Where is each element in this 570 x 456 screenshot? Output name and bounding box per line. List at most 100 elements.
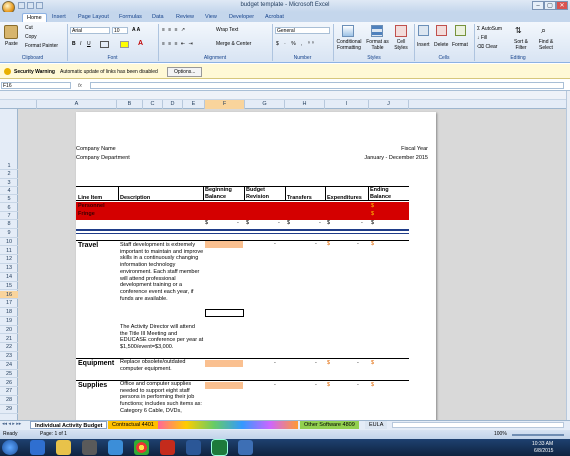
column-header-b[interactable]: B [117,100,143,109]
total-revision-dash[interactable]: - [278,220,280,226]
format-table-icon[interactable] [371,25,383,37]
fill-color-icon[interactable] [120,41,129,48]
sheet-tab-contractual-4401[interactable]: Contractual 4401 [108,421,158,429]
total-beginning-dash[interactable]: - [237,220,239,226]
wrap-text-button[interactable]: Wrap Text [216,27,238,33]
row-header[interactable]: 10 [0,238,18,247]
redo-icon[interactable] [36,2,43,9]
horizontal-scrollbar[interactable] [392,422,564,428]
row-header[interactable]: 8 [0,220,18,229]
row-header[interactable]: 3 [0,179,18,187]
supplies-beginning-input[interactable] [205,382,243,389]
fill-button[interactable]: ↓ Fill [477,35,487,41]
fiscal-year[interactable]: Fiscal Year [401,146,428,152]
row-header[interactable]: 20 [0,326,18,335]
travel-revision-dash[interactable]: - [274,241,276,247]
tab-acrobat[interactable]: Acrobat [261,13,288,22]
personnel-label[interactable]: Personnel [78,203,105,209]
supplies-expend-dash[interactable]: - [357,382,359,388]
travel-expend-dash[interactable]: - [357,241,359,247]
row-header[interactable]: 15 [0,282,18,291]
format-as-table-button[interactable]: Format as Table [365,39,390,51]
total-transfers-dollar[interactable]: $ [287,220,290,226]
sheet-tab-eula[interactable]: EULA [365,421,388,429]
name-box[interactable]: F16 [1,82,71,89]
zoom-level[interactable]: 100% [494,431,507,437]
column-header-a[interactable]: A [37,100,117,109]
row-header[interactable]: 23 [0,352,18,361]
total-expend-dollar[interactable]: $ [327,220,330,226]
align-left-icons[interactable]: ≡ ≡ ≡ ⇤ ⇥ [162,41,194,47]
supplies-label[interactable]: Supplies [78,382,107,389]
supplies-description[interactable]: Office and computer supplies needed to s… [120,381,204,415]
tab-view[interactable]: View [201,13,221,22]
chrome-taskbar-icon[interactable] [134,440,149,455]
row-header[interactable]: 5 [0,195,18,204]
row-header[interactable]: 9 [0,229,18,238]
row-header[interactable]: 28 [0,396,18,405]
equipment-expend-dollar[interactable]: $ [327,360,330,366]
row-header[interactable]: 29 [0,405,18,414]
row-header[interactable]: 26 [0,379,18,388]
sheet-tab-other-software-4809[interactable]: Other Software 4809 [300,421,359,429]
equipment-description[interactable]: Replace obsolete/outdated computer equip… [120,359,204,372]
grow-font-icon[interactable]: A A [132,27,140,33]
header-beginning-balance[interactable]: Beginning Balance [205,187,243,200]
row-header[interactable]: 25 [0,370,18,379]
total-ending-dollar[interactable]: $ [371,220,374,226]
equipment-transfers-dash[interactable]: - [315,360,317,366]
vertical-scrollbar[interactable] [566,91,570,420]
tab-home[interactable]: Home [22,13,47,22]
equipment-ending-dollar[interactable]: $ [371,360,374,366]
travel-beginning-input[interactable] [205,241,243,248]
column-header-e[interactable]: E [183,100,205,109]
start-button[interactable] [2,440,18,455]
equipment-label[interactable]: Equipment [78,360,114,367]
font-name-select[interactable]: Arial [70,27,110,34]
number-format-select[interactable]: General [275,27,330,34]
merge-center-button[interactable]: Merge & Center [216,41,251,47]
currency-percent-icons[interactable]: $ · % , ⁰⁰ [276,41,316,47]
sort-filter-button[interactable]: Sort & Filter [509,39,533,51]
ie-taskbar-icon[interactable] [30,440,45,455]
travel-description-2[interactable]: The Activity Director will attend the Ti… [120,324,204,351]
excel-taskbar-icon[interactable] [212,440,227,455]
app-taskbar-icon[interactable] [108,440,123,455]
row-header[interactable]: 17 [0,299,18,309]
row-header[interactable]: 18 [0,308,18,317]
sheet-tab-individual-activity-budget[interactable]: Individual Activity Budget [30,421,108,429]
font-color-icon[interactable]: A [138,40,143,47]
selected-cell-f16[interactable] [205,309,244,317]
row-header[interactable]: 21 [0,335,18,344]
sheet-tabs-collapsed[interactable] [158,421,298,429]
align-top-icons[interactable]: ≡ ≡ ≡ ↗ [162,27,186,33]
sheet-nav-icons[interactable]: ◂◂ ◂ ▸ ▸▸ [2,421,21,427]
row-header[interactable]: 11 [0,247,18,256]
column-header-i[interactable]: I [325,100,369,109]
format-cells-icon[interactable] [455,25,466,36]
maximize-button[interactable]: ▢ [544,1,556,10]
column-header-h[interactable]: H [285,100,325,109]
italic-icon[interactable]: I [80,41,81,47]
row-header[interactable]: 22 [0,343,18,353]
autosum-button[interactable]: Σ AutoSum [477,26,502,32]
header-budget-revision[interactable]: Budget Revision [246,187,284,200]
equipment-expend-dash[interactable]: - [357,360,359,366]
cell-styles-icon[interactable] [395,25,407,37]
word-taskbar-icon[interactable] [186,440,201,455]
media-taskbar-icon[interactable] [82,440,97,455]
delete-cells-icon[interactable] [436,25,447,36]
period[interactable]: January - December 2015 [364,155,428,161]
paste-button[interactable]: Paste [5,41,18,47]
row-header[interactable]: 4 [0,187,18,196]
row-header[interactable]: 7 [0,212,18,221]
format-painter-button[interactable]: Format Painter [25,43,58,49]
underline-icon[interactable]: U [87,41,91,47]
tab-review[interactable]: Review [172,13,198,22]
save-icon[interactable] [18,2,25,9]
column-header-j[interactable]: J [369,100,409,109]
find-select-button[interactable]: Find & Select [533,39,559,51]
header-ending-balance[interactable]: Ending Balance [370,187,408,200]
supplies-ending-dollar[interactable]: $ [371,382,374,388]
formula-input[interactable] [90,82,564,89]
